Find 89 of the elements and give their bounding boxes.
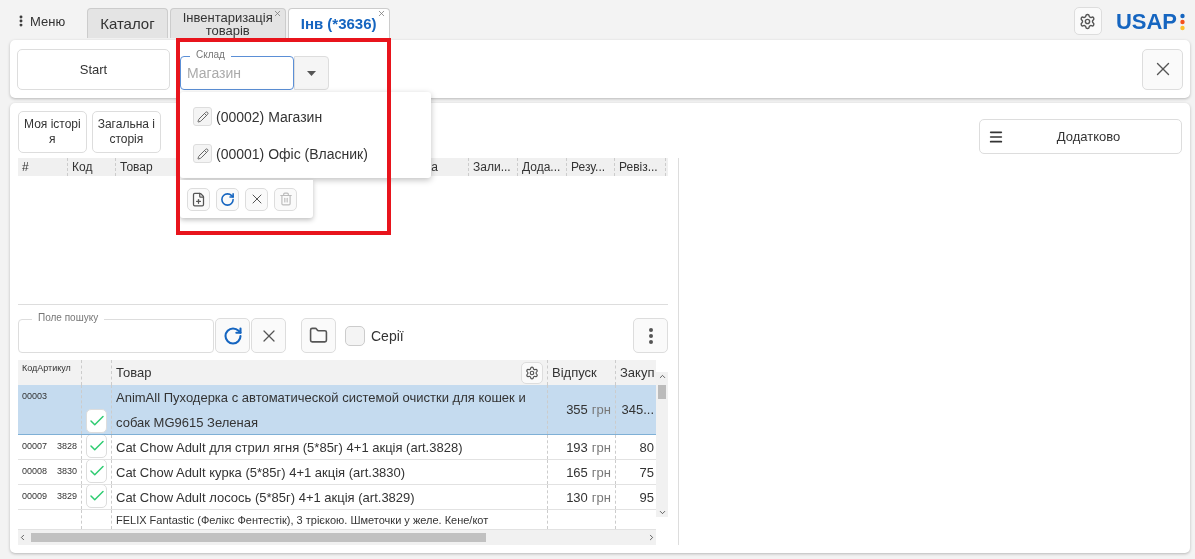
file-plus-icon [191, 191, 206, 207]
arrow-left-icon [18, 533, 27, 542]
column-header: Зали... [469, 158, 518, 176]
additional-button[interactable]: Додатково [979, 119, 1182, 154]
dropdown-option[interactable]: (00002) Магазин [180, 98, 431, 135]
price-cell: 80 [639, 439, 654, 455]
horizontal-scrollbar[interactable] [18, 530, 656, 545]
field-label: Склад [190, 49, 231, 61]
refresh-button[interactable] [216, 187, 239, 211]
settings-icon [1079, 12, 1097, 30]
arrow-right-icon [647, 533, 656, 542]
table-row[interactable]: 00003 AnimAll Пуходерка с автоматической системой очистки для кошек и собак MG9615 Зеленая 355 грн 345... [18, 385, 656, 435]
more-button[interactable] [633, 318, 668, 354]
folder-icon [309, 326, 328, 346]
column-header: # [18, 158, 68, 176]
column-header: Ревіз... [615, 158, 666, 176]
product-name: Cat Chow Adult лосось (5*85г) 4+1 акція (art.3829) [116, 488, 415, 507]
menu-button[interactable]: Меню [14, 6, 66, 36]
currency-label: грн [591, 464, 611, 480]
tab[interactable]: Інвентаризація товарів [169, 8, 286, 38]
settings-icon [525, 365, 539, 380]
checkbox[interactable] [86, 435, 107, 458]
price-cell: 345... [621, 402, 654, 417]
history-button[interactable]: Моя історі я [18, 111, 87, 153]
checkbox[interactable] [86, 485, 107, 508]
sku-cell: 3830 [56, 466, 77, 476]
field-label: Поле пошуку [32, 311, 105, 324]
product-name: AnimAll Пуходерка с автоматической системой очистки для кошек и собак MG9615 Зеленая [116, 388, 527, 432]
price-cell: 130 [566, 489, 588, 505]
arrow-down-icon [657, 508, 667, 517]
table-row[interactable]: 00008 3830 Cat Chow Adult курка (5*85г) 4+1 акція (art.3830) 165 грн 75 [18, 460, 656, 485]
clear-button[interactable] [245, 187, 268, 211]
currency-label: грн [591, 489, 611, 505]
dropdown-button[interactable] [294, 56, 329, 90]
new-file-button[interactable] [187, 187, 210, 211]
caret-icon [307, 70, 316, 76]
settings-button[interactable] [521, 361, 543, 384]
folder-button[interactable] [301, 318, 336, 354]
table-row[interactable]: FELIX Fantastic (Фелікс Фентестік), 3 трієкою. Шметочки у желе. Кене/кот [18, 510, 656, 530]
start-button[interactable]: Start [17, 48, 170, 90]
code-cell: 00009 [22, 491, 48, 501]
price-cell: 355 [566, 402, 588, 417]
logo: USAP [1115, 9, 1185, 35]
close-button[interactable] [1142, 48, 1183, 90]
code-cell: 00003 [22, 391, 48, 401]
checkbox-label: Серії [371, 327, 404, 344]
product-name: Cat Chow Adult для стрил ягня (5*85г) 4+1 акція (art.3828) [116, 438, 463, 457]
scroll-thumb[interactable] [31, 533, 486, 542]
checkbox[interactable] [86, 460, 107, 483]
tab[interactable]: Каталог [87, 8, 168, 38]
column-header: Закуп [620, 365, 655, 380]
history-button[interactable]: Загальна і сторія [91, 111, 161, 153]
price-cell: 165 [566, 464, 588, 480]
pencil-icon[interactable] [193, 107, 212, 126]
column-header: Дода... [518, 158, 567, 176]
arrow-up-icon [657, 372, 667, 381]
scroll-thumb[interactable] [658, 385, 666, 399]
vertical-scrollbar[interactable] [656, 372, 668, 517]
trash-icon [278, 192, 293, 206]
sku-cell: 3829 [56, 491, 77, 501]
tab[interactable]: Інв (*3636) [287, 8, 390, 38]
settings-button[interactable] [1073, 7, 1102, 35]
price-cell: 75 [639, 464, 654, 480]
column-header: Резу... [567, 158, 615, 176]
checkbox[interactable] [345, 325, 365, 346]
refresh-icon [220, 191, 235, 207]
currency-label: грн [591, 402, 611, 417]
table-row[interactable]: 00007 3828 Cat Chow Adult для стрил ягня (5*85г) 4+1 акція (art.3828) 193 грн 80 [18, 435, 656, 460]
pencil-icon[interactable] [193, 144, 212, 163]
product-name: FELIX Fantastic (Фелікс Фентестік), 3 трієкою. Шметочки у желе. Кене/кот [116, 512, 489, 528]
code-cell: 00008 [22, 466, 48, 476]
refresh-icon [222, 325, 243, 346]
product-name: Cat Chow Adult курка (5*85г) 4+1 акція (art.3830) [116, 463, 406, 482]
code-cell: 00007 [22, 441, 48, 451]
column-header: Відпуск [552, 365, 597, 380]
column-header: Товар [116, 365, 152, 380]
column-header: КодАртикул [22, 363, 71, 373]
table-row[interactable]: 00009 3829 Cat Chow Adult лосось (5*85г) 4+1 акція (art.3829) 130 грн 95 [18, 485, 656, 510]
more-icon [648, 327, 653, 344]
column-header: Код [68, 158, 116, 176]
delete-button[interactable] [274, 187, 297, 211]
currency-label: грн [591, 439, 611, 455]
refresh-button[interactable] [215, 318, 250, 354]
checkbox[interactable] [86, 409, 107, 433]
sku-cell: 3828 [56, 441, 77, 451]
price-cell: 95 [639, 489, 654, 505]
price-cell: 193 [566, 439, 588, 455]
close-icon[interactable] [272, 9, 282, 18]
close-icon[interactable] [376, 9, 386, 18]
